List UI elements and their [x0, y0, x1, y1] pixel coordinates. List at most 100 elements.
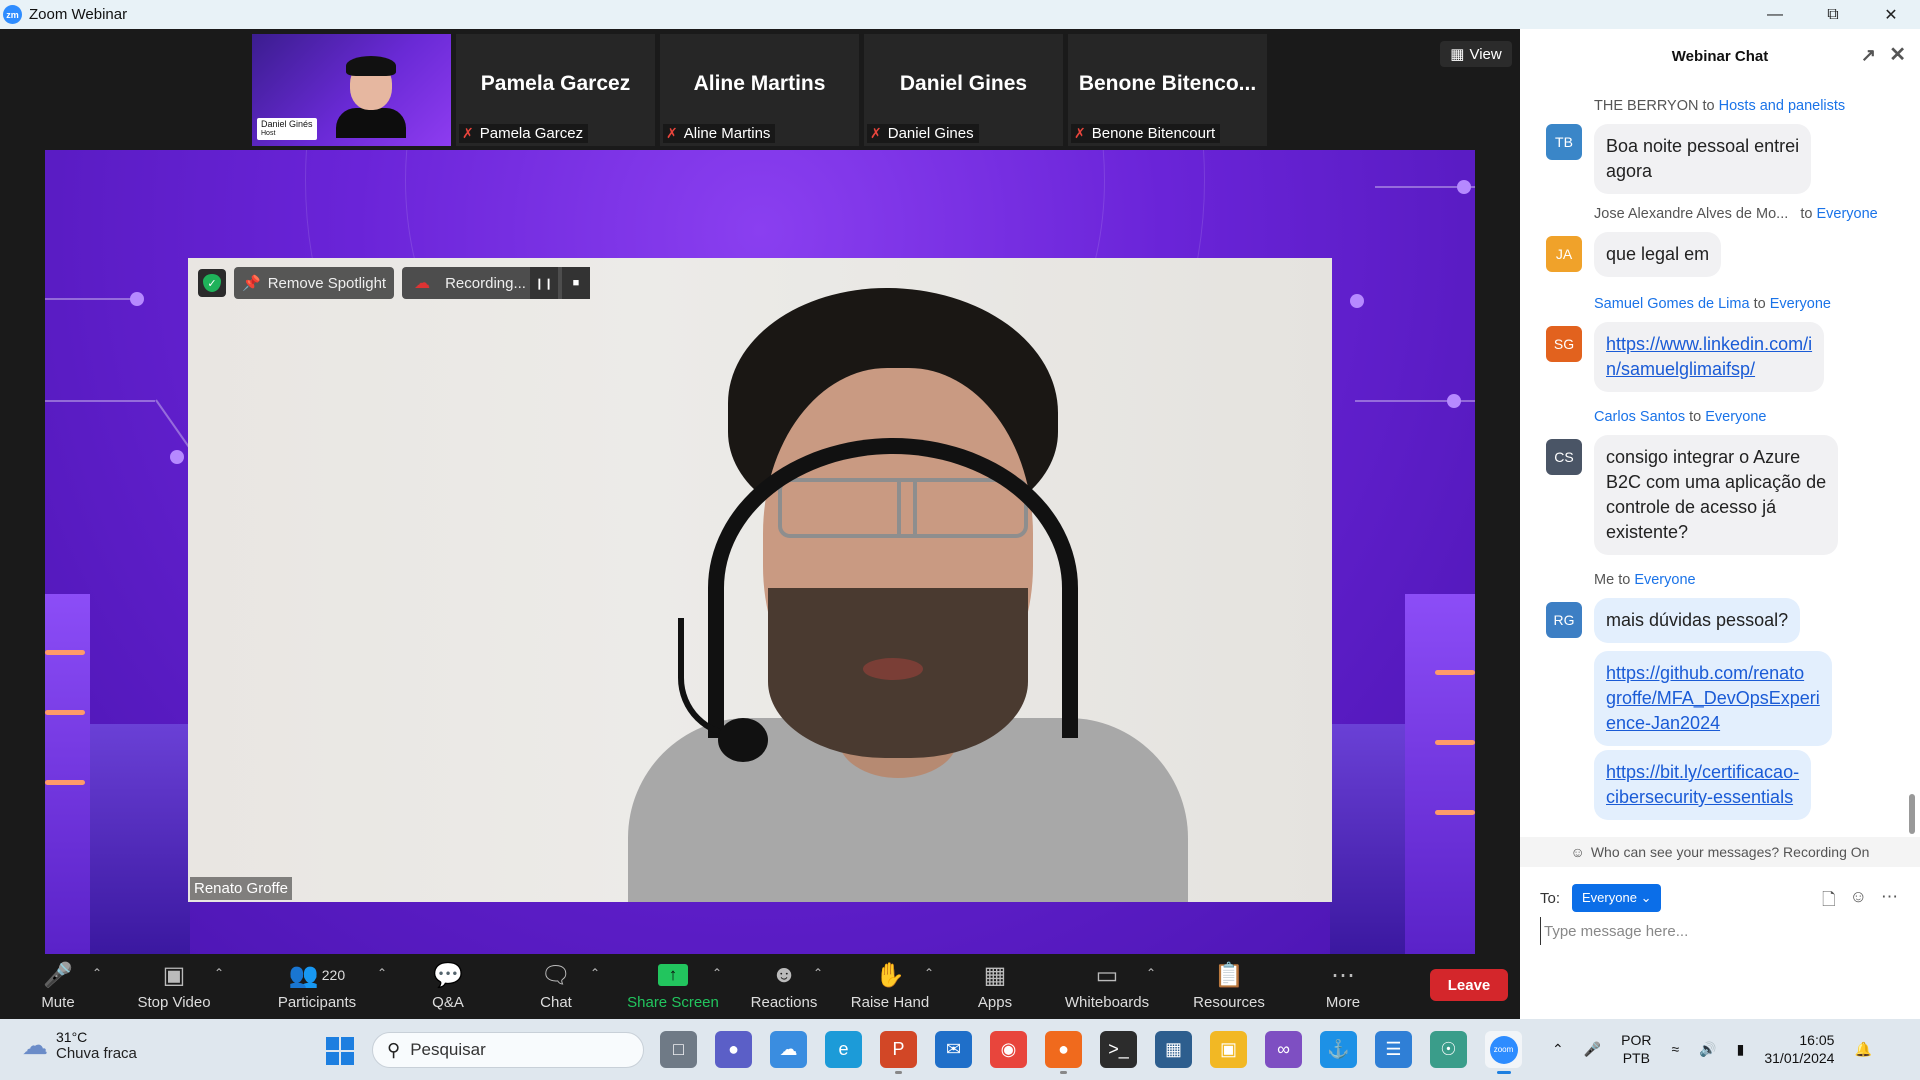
stop-video-label: Stop Video: [137, 994, 211, 1011]
chevron-up-icon[interactable]: ⌃: [712, 966, 722, 980]
remote-icon[interactable]: ☉: [1430, 1031, 1467, 1068]
chat-panel: Webinar Chat ↗ ✕ THE BERRYON to Hosts an…: [1520, 29, 1920, 1019]
close-icon[interactable]: ✕: [1889, 42, 1906, 67]
stop-video-button[interactable]: ▣ Stop Video: [130, 954, 218, 1019]
chat-link[interactable]: cibersecurity-essentials: [1606, 787, 1793, 807]
firefox-icon[interactable]: ●: [1045, 1031, 1082, 1074]
whiteboards-label: Whiteboards: [1064, 994, 1150, 1011]
chat-link[interactable]: groffe/MFA_DevOpsExperi: [1606, 688, 1820, 708]
emoji-icon: ☻: [771, 961, 797, 988]
recipient-row: To: Everyone ⌄: [1540, 884, 1662, 912]
more-button[interactable]: ⋯ More: [1323, 954, 1363, 1019]
weather-app-icon[interactable]: ☁: [770, 1031, 807, 1068]
chat-title: Webinar Chat: [1671, 48, 1769, 65]
participant-tile[interactable]: Aline Martins ✗ Aline Martins: [660, 34, 859, 146]
volume-icon[interactable]: 🔊: [1699, 1041, 1716, 1058]
participant-big-name: Benone Bitenco...: [1078, 72, 1257, 95]
view-button[interactable]: ▦ View: [1440, 41, 1512, 67]
participants-count: 220: [321, 967, 346, 983]
chat-link[interactable]: https://github.com/renato: [1606, 663, 1804, 683]
chat-link[interactable]: n/samuelglimaifsp/: [1606, 359, 1755, 379]
chat-header: Webinar Chat ↗ ✕: [1520, 29, 1920, 84]
taskbar-search[interactable]: ⚲ Pesquisar: [372, 1032, 644, 1068]
chat-scrollbar[interactable]: [1909, 794, 1915, 834]
weather-widget[interactable]: ☁ 31°C Chuva fraca: [22, 1029, 137, 1062]
leave-button[interactable]: Leave: [1430, 969, 1508, 1001]
host-name: Daniel Ginés: [261, 119, 313, 129]
chat-link[interactable]: https://bit.ly/certificacao-: [1606, 762, 1799, 782]
battery-icon[interactable]: ▮: [1737, 1041, 1745, 1058]
restore-icon[interactable]: ⧉: [1804, 0, 1862, 29]
chevron-up-icon[interactable]: ⌃: [1552, 1041, 1564, 1058]
visual-studio-icon[interactable]: ∞: [1265, 1031, 1302, 1068]
explorer-files-icon[interactable]: □: [660, 1031, 697, 1068]
file-icon[interactable]: 🗋: [1822, 887, 1836, 916]
recipient-dropdown[interactable]: Everyone ⌄: [1572, 884, 1662, 912]
emoji-icon[interactable]: ☺: [1850, 887, 1867, 916]
chevron-up-icon[interactable]: ⌃: [924, 966, 934, 980]
chevron-up-icon[interactable]: ⌃: [590, 966, 600, 980]
chat-link[interactable]: ence-Jan2024: [1606, 713, 1720, 733]
share-screen-button[interactable]: ↑ Share Screen: [626, 954, 720, 1019]
chevron-up-icon[interactable]: ⌃: [813, 966, 823, 980]
powerpoint-icon[interactable]: P: [880, 1031, 917, 1074]
stop-recording-icon[interactable]: ■: [561, 267, 590, 299]
windows-start-icon[interactable]: [326, 1037, 354, 1065]
docker-icon[interactable]: ⚓: [1320, 1031, 1357, 1068]
apps-button[interactable]: ▦ Apps: [975, 954, 1015, 1019]
speaker-video[interactable]: ✓ 📌 Remove Spotlight ☁ Recording... ❙❙ ■…: [188, 258, 1332, 902]
remove-spotlight-button[interactable]: 📌 Remove Spotlight: [234, 267, 395, 299]
chat-button[interactable]: 🗨 Chat: [536, 954, 576, 1019]
minimize-icon[interactable]: —: [1746, 0, 1804, 29]
file-explorer-icon[interactable]: ▣: [1210, 1031, 1247, 1068]
chevron-up-icon[interactable]: ⌃: [92, 966, 102, 980]
recording-label: Recording...: [445, 274, 526, 292]
resources-button[interactable]: 📋 Resources: [1193, 954, 1265, 1019]
wifi-icon[interactable]: ≈: [1672, 1041, 1680, 1057]
qa-button[interactable]: 💬 Q&A: [428, 954, 468, 1019]
chevron-up-icon[interactable]: ⌃: [1146, 966, 1156, 980]
teams-icon[interactable]: ●: [715, 1031, 752, 1068]
recording-notice[interactable]: ☺ Who can see your messages? Recording O…: [1520, 837, 1920, 867]
resources-icon: 📋: [1214, 961, 1244, 989]
chat-messages: THE BERRYON to Hosts and panelists TB Bo…: [1520, 84, 1920, 844]
chevron-up-icon[interactable]: ⌃: [214, 966, 224, 980]
zoom-app-icon: zm: [3, 5, 22, 24]
raise-hand-button[interactable]: ✋ Raise Hand: [850, 954, 930, 1019]
participant-tile[interactable]: Daniel Gines ✗ Daniel Gines: [864, 34, 1063, 146]
chat-link[interactable]: https://www.linkedin.com/i: [1606, 334, 1812, 354]
participant-tile[interactable]: Pamela Garcez ✗ Pamela Garcez: [456, 34, 655, 146]
message-input[interactable]: [1540, 917, 1900, 945]
mail-icon[interactable]: ✉: [935, 1031, 972, 1068]
avatar: JA: [1546, 236, 1582, 272]
participant-tile-host[interactable]: Daniel Ginés Host: [252, 34, 451, 146]
participant-tile[interactable]: Benone Bitenco... ✗ Benone Bitencourt: [1068, 34, 1267, 146]
whiteboards-button[interactable]: ▭ Whiteboards: [1062, 954, 1152, 1019]
reactions-label: Reactions: [750, 994, 818, 1011]
popout-icon[interactable]: ↗: [1861, 45, 1876, 66]
pause-recording-icon[interactable]: ❙❙: [529, 267, 558, 299]
edge-icon[interactable]: e: [825, 1031, 862, 1068]
participants-button[interactable]: 👥 220 Participants: [276, 954, 358, 1019]
chat-label: Chat: [540, 994, 572, 1011]
more-options-icon[interactable]: ⋯: [1881, 887, 1898, 916]
recording-indicator: ☁ Recording... ❙❙ ■: [402, 267, 590, 299]
grid-icon: ▦: [1450, 46, 1465, 63]
clock[interactable]: 16:05 31/01/2024: [1764, 1031, 1834, 1067]
reactions-button[interactable]: ☻ Reactions: [749, 954, 819, 1019]
notepad-icon[interactable]: ☰: [1375, 1031, 1412, 1068]
close-icon[interactable]: ✕: [1862, 0, 1920, 29]
chrome-icon[interactable]: ◉: [990, 1031, 1027, 1068]
terminal-icon[interactable]: >_: [1100, 1031, 1137, 1068]
mute-button[interactable]: 🎤 Mute: [33, 954, 83, 1019]
more-dots-icon: ⋯: [1331, 961, 1355, 989]
security-shield-icon[interactable]: ✓: [198, 269, 226, 297]
notification-bell-icon[interactable]: 🔔: [1854, 1041, 1871, 1058]
dashboard-icon[interactable]: ▦: [1155, 1031, 1192, 1068]
participant-big-name: Daniel Gines: [899, 72, 1028, 95]
zoom-icon[interactable]: zoom: [1485, 1031, 1522, 1074]
chevron-up-icon[interactable]: ⌃: [377, 966, 387, 980]
message-header: Samuel Gomes de Lima to Everyone: [1594, 296, 1831, 312]
language-indicator[interactable]: POR PTB: [1621, 1031, 1651, 1067]
microphone-icon[interactable]: 🎤: [1584, 1041, 1601, 1058]
